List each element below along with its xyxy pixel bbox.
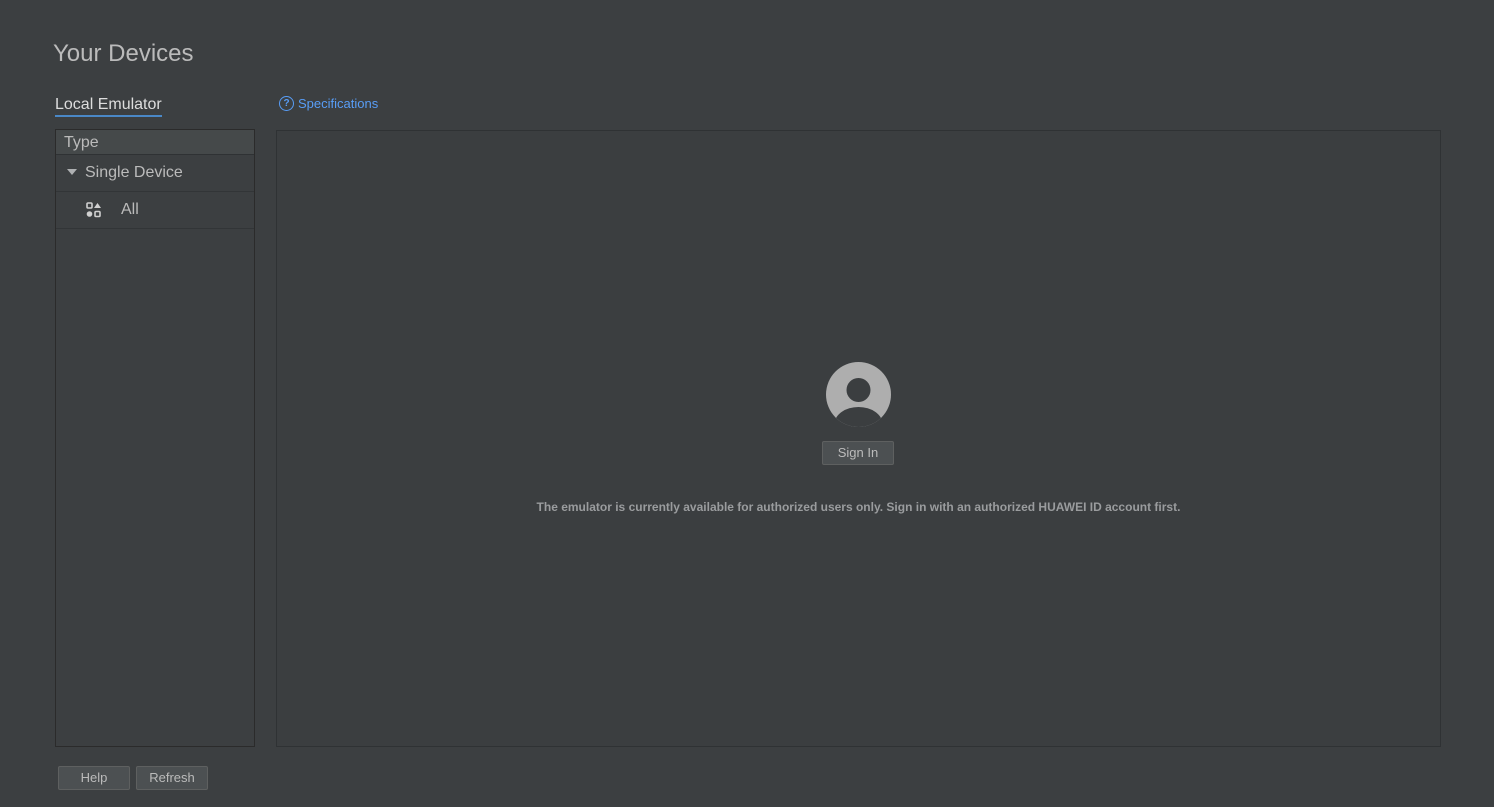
triangle-down-icon[interactable] [67,169,77,175]
tree-item-single-device[interactable]: Single Device [56,155,254,192]
tree-item-label: All [121,201,139,218]
authorization-notice: The emulator is currently available for … [536,500,1181,514]
specifications-label: Specifications [298,96,379,111]
tree-item-all[interactable]: All [56,192,254,229]
question-circle-icon: ? [279,96,294,111]
refresh-button[interactable]: Refresh [136,766,208,790]
sign-in-button[interactable]: Sign In [822,441,894,465]
device-manager-window: Your Devices Local Emulator ? Specificat… [0,0,1494,807]
page-title: Your Devices [53,40,194,67]
grid-shapes-icon [86,202,102,218]
help-button[interactable]: Help [58,766,130,790]
tab-local-emulator[interactable]: Local Emulator [55,96,162,117]
specifications-link[interactable]: ? Specifications [279,96,378,111]
type-column-header: Type [56,130,254,155]
tree-item-label: Single Device [85,164,183,181]
emulator-content-panel: Sign In The emulator is currently availa… [276,130,1441,747]
device-type-panel: Type Single Device All [55,129,255,747]
user-avatar-icon [826,362,891,427]
